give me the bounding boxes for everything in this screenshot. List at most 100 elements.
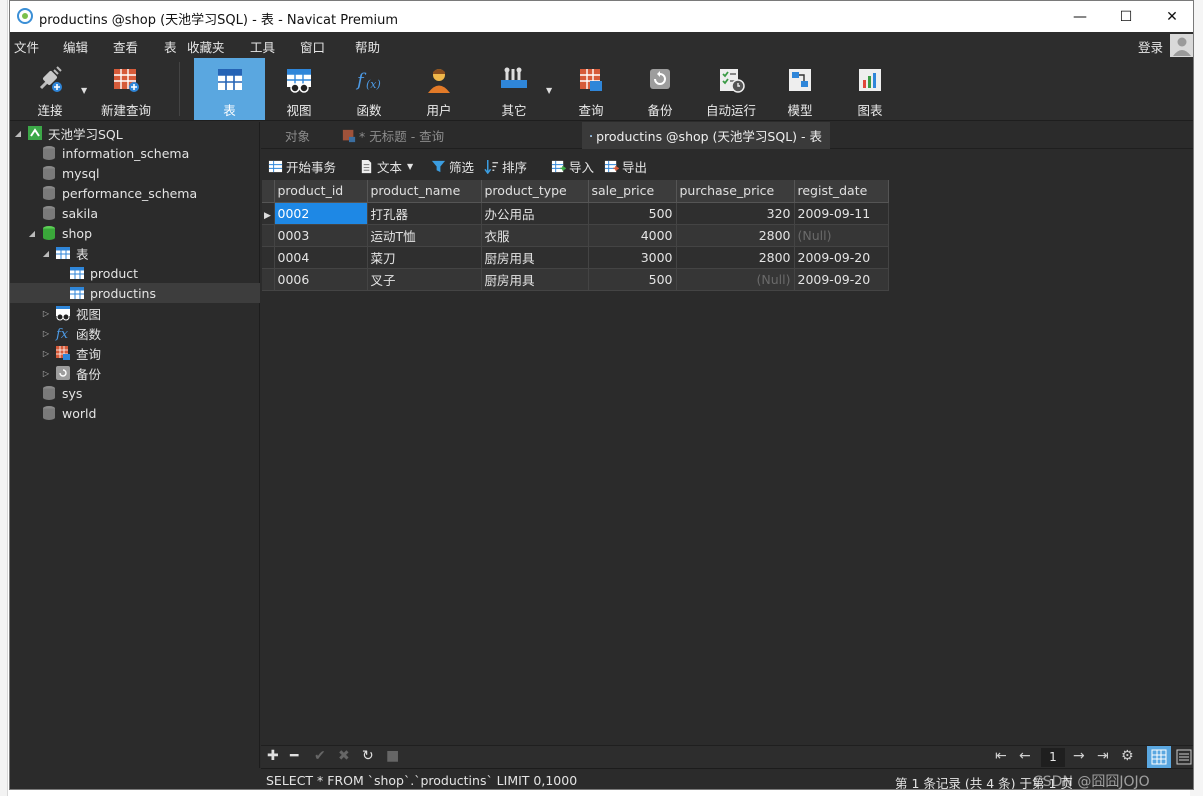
table-cell[interactable]: 3000: [588, 246, 677, 269]
menu-view[interactable]: 查看: [113, 37, 138, 56]
toolbar-new-query-button[interactable]: 新建查询: [100, 58, 152, 120]
connect-dropdown-arrow-icon[interactable]: ▼: [81, 86, 87, 95]
import-button[interactable]: 导入: [551, 157, 594, 176]
column-header[interactable]: sale_price: [588, 180, 677, 203]
toolbar-function-button[interactable]: f (x) 函数: [346, 58, 392, 120]
last-page-icon[interactable]: ⇥: [1097, 748, 1109, 764]
column-header[interactable]: product_id: [274, 180, 368, 203]
menu-window[interactable]: 窗口: [300, 37, 325, 56]
toolbar-connect-button[interactable]: 连接: [30, 58, 70, 120]
tree-db-shop[interactable]: ◢ shop: [27, 223, 92, 243]
toolbar-query-button[interactable]: 查询: [568, 58, 614, 120]
column-header[interactable]: regist_date: [794, 180, 889, 203]
tab-untitled-query[interactable]: * 无标题 - 查询: [334, 122, 582, 149]
menu-edit[interactable]: 编辑: [63, 37, 88, 56]
column-header[interactable]: purchase_price: [676, 180, 795, 203]
table-cell[interactable]: 厨房用具: [481, 268, 589, 291]
tree-folder-backups[interactable]: ▷ 备份: [41, 363, 101, 383]
column-header[interactable]: product_type: [481, 180, 589, 203]
avatar[interactable]: [1170, 34, 1193, 57]
first-page-icon[interactable]: ⇤: [995, 748, 1007, 764]
column-header[interactable]: product_name: [367, 180, 482, 203]
tree-folder-functions[interactable]: ▷ fx 函数: [41, 323, 101, 343]
table-row[interactable]: 0006 叉子 厨房用具 500 (Null) 2009-09-20: [262, 268, 889, 291]
expand-arrow-icon[interactable]: ◢: [13, 129, 23, 138]
tree-db-sys[interactable]: sys: [27, 383, 82, 403]
table-cell[interactable]: 2009-09-20: [794, 268, 889, 291]
add-record-icon[interactable]: ✚: [267, 748, 279, 764]
tree-table-productins[interactable]: productins: [10, 283, 260, 303]
collapse-arrow-icon[interactable]: ▷: [41, 349, 51, 358]
table-cell[interactable]: 叉子: [367, 268, 482, 291]
table-cell[interactable]: 0004: [274, 246, 368, 269]
tree-folder-views[interactable]: ▷ 视图: [41, 303, 101, 323]
table-row[interactable]: ▶ 0002 打孔器 办公用品 500 320 2009-09-11: [262, 202, 889, 225]
table-cell[interactable]: 500: [588, 202, 677, 225]
table-cell[interactable]: 0003: [274, 224, 368, 247]
table-cell[interactable]: 衣服: [481, 224, 589, 247]
discard-changes-icon[interactable]: ✖: [338, 748, 350, 764]
minimize-button[interactable]: —: [1057, 1, 1103, 32]
apply-changes-icon[interactable]: ✔: [314, 748, 326, 764]
menu-help[interactable]: 帮助: [355, 37, 380, 56]
text-view-button[interactable]: 文本 ▼: [359, 157, 413, 176]
toolbar-chart-button[interactable]: 图表: [847, 58, 893, 120]
table-cell[interactable]: 打孔器: [367, 202, 482, 225]
table-row[interactable]: 0004 菜刀 厨房用具 3000 2800 2009-09-20: [262, 246, 889, 269]
toolbar-backup-button[interactable]: 备份: [637, 58, 683, 120]
table-cell[interactable]: 2800: [676, 224, 795, 247]
toolbar-other-button[interactable]: 其它: [491, 58, 537, 120]
export-button[interactable]: 导出: [604, 157, 647, 176]
table-cell[interactable]: 0006: [274, 268, 368, 291]
table-cell[interactable]: 2800: [676, 246, 795, 269]
table-cell[interactable]: 运动T恤: [367, 224, 482, 247]
begin-transaction-button[interactable]: 开始事务: [268, 157, 336, 176]
table-cell[interactable]: (Null): [794, 224, 889, 247]
toolbar-model-button[interactable]: 模型: [777, 58, 823, 120]
next-page-icon[interactable]: →: [1073, 748, 1085, 764]
tree-connection[interactable]: ◢ 天池学习SQL: [13, 123, 123, 143]
table-cell[interactable]: 4000: [588, 224, 677, 247]
collapse-arrow-icon[interactable]: ▷: [41, 329, 51, 338]
toolbar-user-button[interactable]: 用户: [416, 58, 462, 120]
toolbar-schedule-button[interactable]: 自动运行: [703, 58, 759, 120]
collapse-arrow-icon[interactable]: ▷: [41, 369, 51, 378]
tree-table-product[interactable]: product: [55, 263, 138, 283]
table-cell[interactable]: 500: [588, 268, 677, 291]
refresh-icon[interactable]: ↻: [362, 748, 374, 764]
table-cell[interactable]: (Null): [676, 268, 795, 291]
tab-objects[interactable]: 对象: [277, 122, 318, 149]
tree-db-world[interactable]: world: [27, 403, 96, 423]
table-cell[interactable]: 办公用品: [481, 202, 589, 225]
close-button[interactable]: ✕: [1149, 1, 1193, 32]
expand-arrow-icon[interactable]: ◢: [27, 229, 37, 238]
tree-folder-tables[interactable]: ◢ 表: [41, 243, 89, 263]
form-view-toggle[interactable]: [1173, 746, 1193, 768]
toolbar-table-button[interactable]: 表: [194, 58, 265, 120]
tree-db-information-schema[interactable]: information_schema: [27, 143, 189, 163]
table-cell[interactable]: 厨房用具: [481, 246, 589, 269]
stop-icon[interactable]: ■: [386, 748, 399, 764]
previous-page-icon[interactable]: ←: [1019, 748, 1031, 764]
login-link[interactable]: 登录: [1138, 37, 1163, 56]
tree-db-mysql[interactable]: mysql: [27, 163, 100, 183]
page-number-input[interactable]: 1: [1041, 748, 1065, 767]
expand-arrow-icon[interactable]: ◢: [41, 249, 51, 258]
menu-table[interactable]: 表: [164, 37, 177, 56]
table-cell[interactable]: 320: [676, 202, 795, 225]
table-cell[interactable]: 2009-09-11: [794, 202, 889, 225]
filter-button[interactable]: 筛选: [431, 157, 474, 176]
table-cell[interactable]: 菜刀: [367, 246, 482, 269]
maximize-button[interactable]: ☐: [1103, 1, 1149, 32]
other-dropdown-arrow-icon[interactable]: ▼: [546, 86, 552, 95]
menu-tools[interactable]: 工具: [250, 37, 275, 56]
menu-favorites[interactable]: 收藏夹: [187, 37, 225, 56]
delete-record-icon[interactable]: ━: [290, 748, 298, 764]
tree-db-sakila[interactable]: sakila: [27, 203, 98, 223]
grid-view-toggle[interactable]: [1147, 746, 1171, 768]
table-row[interactable]: 0003 运动T恤 衣服 4000 2800 (Null): [262, 224, 889, 247]
collapse-arrow-icon[interactable]: ▷: [41, 309, 51, 318]
table-cell[interactable]: 2009-09-20: [794, 246, 889, 269]
toolbar-view-button[interactable]: 视图: [276, 58, 322, 120]
menu-file[interactable]: 文件: [14, 37, 39, 56]
